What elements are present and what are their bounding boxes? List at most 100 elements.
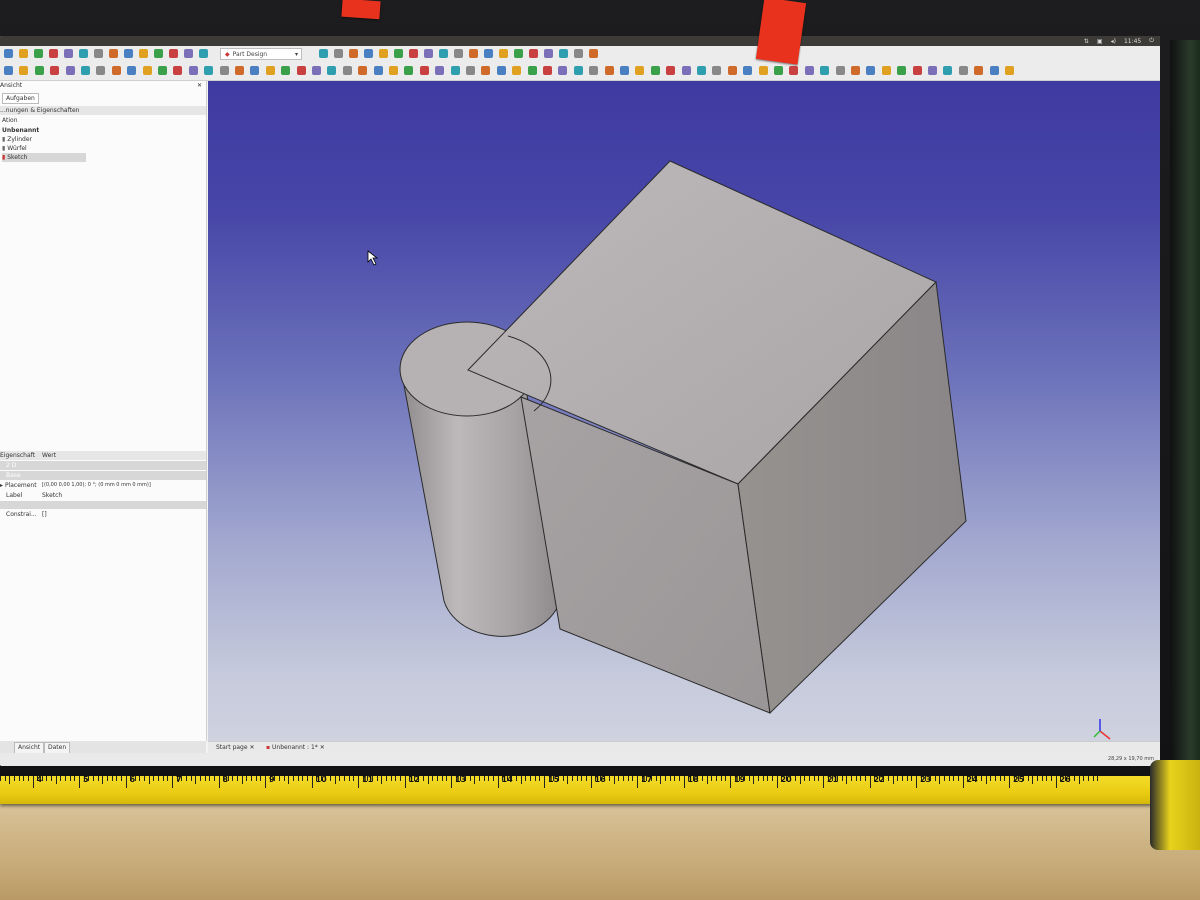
toolbar-tool-icon[interactable] bbox=[604, 66, 614, 75]
toolbar-tool-icon[interactable] bbox=[743, 66, 753, 75]
toolbar-tool-icon[interactable] bbox=[64, 49, 73, 58]
toolbar-tool-icon[interactable] bbox=[389, 66, 398, 75]
toolbar-tool-icon[interactable] bbox=[319, 49, 328, 58]
tab-aufgaben[interactable]: Aufgaben bbox=[2, 93, 39, 104]
toolbar-tool-icon[interactable] bbox=[466, 66, 475, 75]
toolbar-tool-icon[interactable] bbox=[543, 66, 552, 75]
toolbar-tool-icon[interactable] bbox=[650, 66, 660, 75]
toolbar-tool-icon[interactable] bbox=[188, 66, 198, 75]
tree-item-zylinder[interactable]: ▮ Zylinder bbox=[2, 135, 32, 144]
toolbar-tool-icon[interactable] bbox=[296, 66, 306, 75]
toolbar-tool-icon[interactable] bbox=[124, 49, 133, 58]
toolbar-tool-icon[interactable] bbox=[697, 66, 706, 75]
toolbar-tool-icon[interactable] bbox=[404, 66, 414, 75]
toolbar-tool-icon[interactable] bbox=[450, 66, 460, 75]
toolbar-tool-icon[interactable] bbox=[681, 66, 691, 75]
toolbar-tool-icon[interactable] bbox=[529, 49, 538, 58]
property-value[interactable]: Sketch bbox=[42, 491, 62, 500]
workbench-selector[interactable]: ◆ Part Design ▾ bbox=[220, 48, 302, 60]
toolbar-tool-icon[interactable] bbox=[804, 66, 814, 75]
toolbar-tool-icon[interactable] bbox=[958, 66, 968, 75]
close-icon[interactable]: ✕ bbox=[197, 81, 202, 90]
toolbar-tool-icon[interactable] bbox=[439, 49, 448, 58]
toolbar-tool-icon[interactable] bbox=[851, 66, 860, 75]
clock[interactable]: 11:45 bbox=[1124, 38, 1141, 45]
toolbar-tool-icon[interactable] bbox=[635, 66, 645, 75]
toolbar-tool-icon[interactable] bbox=[358, 66, 368, 75]
toolbar-tool-icon[interactable] bbox=[435, 66, 445, 75]
toolbar-tool-icon[interactable] bbox=[349, 49, 358, 58]
toolbar-tool-icon[interactable] bbox=[881, 66, 891, 75]
toolbar-tool-icon[interactable] bbox=[559, 49, 568, 58]
toolbar-tool-icon[interactable] bbox=[94, 49, 103, 58]
toolbar-tool-icon[interactable] bbox=[558, 66, 568, 75]
toolbar-tool-icon[interactable] bbox=[49, 49, 58, 58]
toolbar-tool-icon[interactable] bbox=[789, 66, 799, 75]
tree-item-wuerfel[interactable]: ▮ Würfel bbox=[2, 144, 27, 153]
toolbar-tool-icon[interactable] bbox=[419, 66, 429, 75]
toolbar-tool-icon[interactable] bbox=[424, 49, 433, 58]
toolbar-tool-icon[interactable] bbox=[589, 49, 598, 58]
toolbar-tool-icon[interactable] bbox=[527, 66, 537, 75]
volume-icon[interactable]: ◂) bbox=[1111, 38, 1116, 45]
toolbar-tool-icon[interactable] bbox=[1005, 66, 1014, 75]
tab-unbenannt[interactable]: ▪ Unbenannt : 1* ✕ bbox=[262, 743, 329, 753]
toolbar-tool-icon[interactable] bbox=[866, 66, 876, 75]
toolbar-tool-icon[interactable] bbox=[127, 66, 137, 75]
property-row-constraints[interactable]: Constrai... [] bbox=[0, 510, 206, 519]
toolbar-tool-icon[interactable] bbox=[499, 49, 508, 58]
toolbar-tool-icon[interactable] bbox=[928, 66, 937, 75]
toolbar-tool-icon[interactable] bbox=[250, 66, 260, 75]
toolbar-tool-icon[interactable] bbox=[454, 49, 463, 58]
tree-document[interactable]: Unbenannt bbox=[2, 126, 39, 135]
toolbar-tool-icon[interactable] bbox=[327, 66, 337, 75]
toolbar-tool-icon[interactable] bbox=[774, 66, 783, 75]
property-row-label[interactable]: Label Sketch bbox=[0, 491, 206, 500]
toolbar-tool-icon[interactable] bbox=[496, 66, 506, 75]
toolbar-tool-icon[interactable] bbox=[835, 66, 845, 75]
toolbar-tool-icon[interactable] bbox=[544, 49, 553, 58]
toolbar-tool-icon[interactable] bbox=[943, 66, 953, 75]
toolbar-tool-icon[interactable] bbox=[989, 66, 999, 75]
toolbar-tool-icon[interactable] bbox=[154, 49, 163, 58]
toolbar-tool-icon[interactable] bbox=[4, 66, 13, 75]
toolbar-tool-icon[interactable] bbox=[34, 49, 43, 58]
toolbar-tool-icon[interactable] bbox=[379, 49, 388, 58]
close-icon[interactable]: ✕ bbox=[320, 744, 325, 751]
toolbar-tool-icon[interactable] bbox=[199, 49, 208, 58]
tree-item-sketch[interactable]: ▮ Sketch bbox=[2, 153, 86, 162]
property-row-placement[interactable]: ▸ Placement [(0,00 0,00 1,00); 0 °; (0 m… bbox=[0, 481, 206, 490]
network-icon[interactable]: ⇅ bbox=[1084, 38, 1089, 45]
toolbar-tool-icon[interactable] bbox=[96, 66, 106, 75]
toolbar-tool-icon[interactable] bbox=[19, 66, 29, 75]
toolbar-tool-icon[interactable] bbox=[142, 66, 152, 75]
toolbar-tool-icon[interactable] bbox=[912, 66, 922, 75]
keyboard-layout-icon[interactable]: ▣ bbox=[1097, 38, 1103, 45]
tab-start-page[interactable]: Start page ✕ bbox=[212, 743, 259, 753]
toolbar-tool-icon[interactable] bbox=[512, 66, 522, 75]
toolbar-tool-icon[interactable] bbox=[19, 49, 28, 58]
close-icon[interactable]: ✕ bbox=[249, 744, 254, 751]
toolbar-tool-icon[interactable] bbox=[79, 49, 88, 58]
toolbar-tool-icon[interactable] bbox=[897, 66, 907, 75]
toolbar-tool-icon[interactable] bbox=[620, 66, 629, 75]
toolbar-tool-icon[interactable] bbox=[65, 66, 75, 75]
3d-viewport[interactable] bbox=[208, 81, 1160, 741]
toolbar-tool-icon[interactable] bbox=[109, 49, 118, 58]
toolbar-tool-icon[interactable] bbox=[589, 66, 599, 75]
toolbar-tool-icon[interactable] bbox=[409, 49, 418, 58]
toolbar-tool-icon[interactable] bbox=[50, 66, 60, 75]
toolbar-tool-icon[interactable] bbox=[173, 66, 183, 75]
toolbar-tool-icon[interactable] bbox=[974, 66, 984, 75]
toolbar-tool-icon[interactable] bbox=[820, 66, 830, 75]
property-value[interactable]: [(0,00 0,00 1,00); 0 °; (0 mm 0 mm 0 mm)… bbox=[42, 481, 151, 490]
toolbar-tool-icon[interactable] bbox=[34, 66, 44, 75]
toolbar-tool-icon[interactable] bbox=[265, 66, 275, 75]
toolbar-tool-icon[interactable] bbox=[139, 49, 148, 58]
toolbar-tool-icon[interactable] bbox=[158, 66, 167, 75]
toolbar-tool-icon[interactable] bbox=[204, 66, 214, 75]
toolbar-tool-icon[interactable] bbox=[469, 49, 478, 58]
property-value[interactable]: [] bbox=[42, 510, 47, 519]
expand-icon[interactable]: ▸ bbox=[0, 482, 3, 489]
toolbar-tool-icon[interactable] bbox=[342, 66, 352, 75]
